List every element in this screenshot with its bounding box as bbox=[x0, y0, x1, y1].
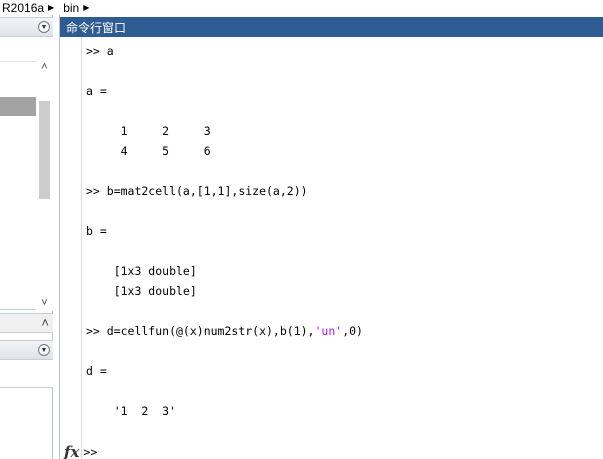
output-line: d = bbox=[86, 364, 107, 378]
dropdown-circle-icon[interactable]: ▼ bbox=[38, 344, 50, 356]
chevron-right-icon: ▶ bbox=[48, 3, 55, 12]
command-window: 命令行窗口 >> a a = 1 2 3 4 5 6 >> b=mat2cell… bbox=[59, 15, 603, 459]
panel-header-workspace: ▼ bbox=[0, 340, 53, 360]
output-line: a = bbox=[86, 84, 107, 98]
output-line: 1 2 3 bbox=[86, 124, 211, 138]
command-window-title: 命令行窗口 bbox=[60, 17, 603, 37]
breadcrumb-item-bin[interactable]: bin ▶ bbox=[63, 1, 93, 15]
breadcrumb-label: bin bbox=[63, 0, 80, 15]
vertical-scrollbar[interactable]: ˄ ˅ bbox=[36, 59, 53, 311]
dropdown-circle-icon[interactable]: ▼ bbox=[38, 21, 50, 33]
left-panel: ▼ ˄ ˅ ˄ ▼ bbox=[0, 15, 53, 459]
panel-header-current-folder: ▼ bbox=[0, 17, 53, 37]
output-line: '1 2 3' bbox=[86, 404, 177, 418]
output-line: b = bbox=[86, 224, 107, 238]
output-line-code: >> d=cellfun(@(x)num2str(x),b(1), bbox=[86, 324, 315, 338]
breadcrumb-item-release[interactable]: R2016a ▶ bbox=[0, 1, 58, 15]
output-line: 4 5 6 bbox=[86, 144, 211, 158]
chevron-down-icon[interactable]: ˅ bbox=[36, 295, 53, 311]
command-prompt[interactable]: >> bbox=[83, 445, 97, 459]
output-line: >> b=mat2cell(a,[1,1],size(a,2)) bbox=[86, 184, 308, 198]
output-line: >> d=cellfun(@(x)num2str(x),b(1),'un',0) bbox=[86, 323, 363, 339]
chevron-up-icon[interactable]: ˄ bbox=[36, 59, 53, 75]
scrollbar-thumb[interactable] bbox=[39, 101, 50, 199]
command-window-gutter bbox=[60, 37, 82, 459]
command-window-title-text: 命令行窗口 bbox=[66, 20, 127, 35]
chevron-up-icon[interactable]: ˄ bbox=[41, 315, 49, 330]
chevron-right-icon: ▶ bbox=[83, 3, 90, 12]
workspace-list bbox=[0, 360, 53, 388]
details-collapse-bar[interactable]: ˄ bbox=[0, 313, 53, 333]
output-line: [1x3 double] bbox=[86, 284, 197, 298]
breadcrumb: R2016a ▶ bin ▶ bbox=[0, 0, 603, 15]
command-window-output[interactable]: >> a a = 1 2 3 4 5 6 >> b=mat2cell(a,[1,… bbox=[86, 37, 602, 437]
output-line: >> a bbox=[86, 44, 114, 58]
divider bbox=[0, 61, 36, 62]
breadcrumb-label: R2016a bbox=[2, 0, 45, 15]
command-prompt-row[interactable]: fx >> bbox=[64, 443, 97, 459]
string-literal: 'un' bbox=[314, 324, 343, 338]
output-line-code: ,0) bbox=[342, 324, 363, 338]
current-folder-list: ˄ ˅ bbox=[0, 37, 53, 311]
function-browser-icon[interactable]: fx bbox=[64, 443, 79, 459]
list-item-selected[interactable] bbox=[0, 97, 36, 116]
gutter-divider bbox=[81, 37, 82, 459]
output-line: [1x3 double] bbox=[86, 264, 197, 278]
